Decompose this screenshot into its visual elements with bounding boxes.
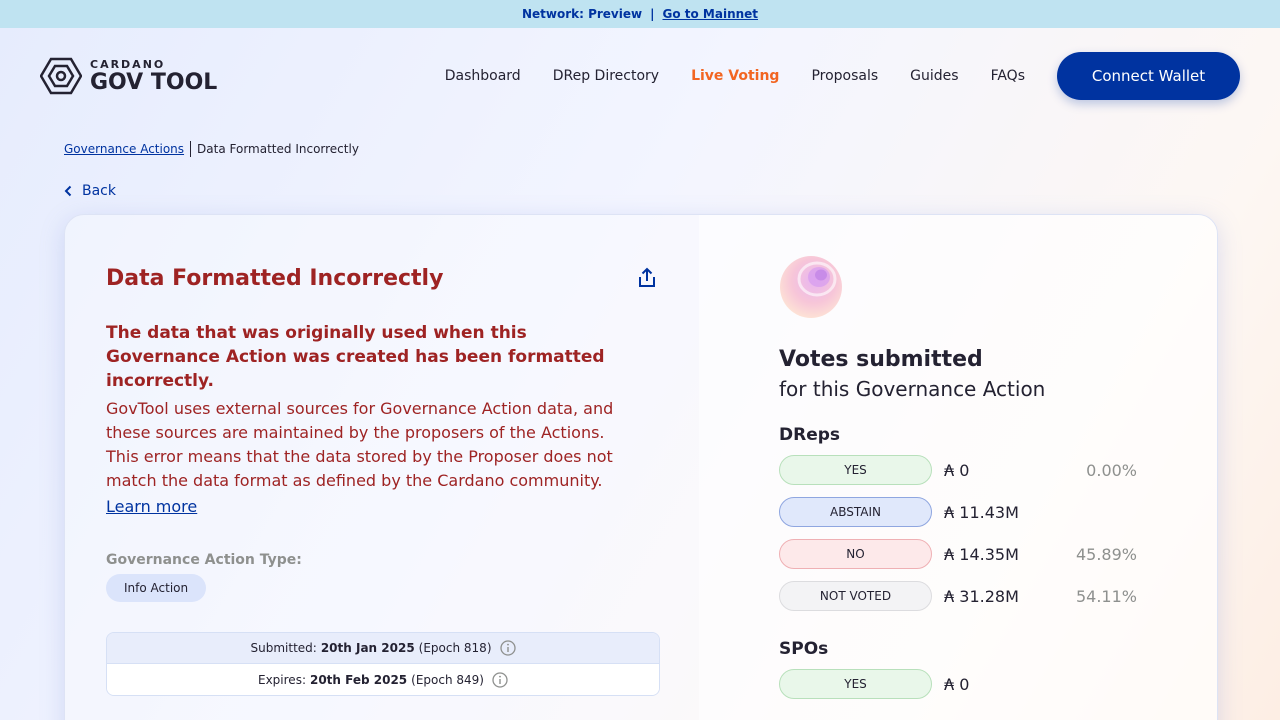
votes-subtitle: for this Governance Action — [779, 377, 1046, 401]
expires-date: 20th Feb 2025 — [309, 672, 408, 687]
action-type-label: Governance Action Type: — [106, 552, 302, 568]
submitted-row: Submitted: 20th Jan 2025 (Epoch 818) — [107, 633, 659, 664]
error-heading: The data that was originally used when t… — [106, 323, 605, 391]
logo-small-text: CARDANO — [90, 57, 166, 71]
nav-drep-directory[interactable]: DRep Directory — [553, 68, 659, 84]
vote-amount: ₳ 0 — [944, 674, 970, 694]
network-banner: Network: Preview | Go to Mainnet — [0, 0, 1280, 28]
vote-pill-yes: YES — [779, 455, 932, 485]
chevron-left-icon — [64, 185, 72, 197]
breadcrumb: Governance Actions Data Formatted Incorr… — [64, 141, 359, 157]
action-details: Data Formatted Incorrectly The data that… — [65, 215, 699, 720]
banner-separator: | — [650, 7, 655, 21]
vote-amount: ₳ 0 — [944, 460, 970, 480]
vote-percent: 54.11% — [1075, 586, 1137, 606]
submitted-label: Submitted: — [250, 641, 317, 655]
main-nav: Dashboard DRep Directory Live Voting Pro… — [413, 52, 1240, 100]
breadcrumb-current: Data Formatted Incorrectly — [197, 142, 359, 156]
vote-row-not-voted: NOT VOTED ₳ 31.28M 54.11% — [779, 581, 1137, 611]
nav-dashboard[interactable]: Dashboard — [445, 68, 521, 84]
vote-row-abstain: ABSTAIN ₳ 11.43M — [779, 497, 1137, 527]
breadcrumb-governance-actions[interactable]: Governance Actions — [64, 142, 184, 156]
nav-live-voting[interactable]: Live Voting — [691, 68, 779, 84]
info-icon[interactable] — [492, 671, 508, 688]
expires-label: Expires: — [258, 672, 306, 687]
vote-pill-abstain: ABSTAIN — [779, 497, 932, 527]
connect-wallet-button[interactable]: Connect Wallet — [1057, 52, 1240, 100]
vote-pill-no: NO — [779, 539, 932, 569]
expires-epoch: (Epoch 849) — [411, 672, 484, 687]
vote-percent: 45.89% — [1075, 544, 1137, 564]
go-to-mainnet-link[interactable]: Go to Mainnet — [662, 7, 758, 21]
spos-heading: SPOs — [779, 639, 829, 659]
back-button[interactable]: Back — [64, 183, 116, 199]
vote-row-yes: YES ₳ 0 — [779, 669, 1137, 699]
dates-box: Submitted: 20th Jan 2025 (Epoch 818) Exp… — [106, 632, 660, 696]
learn-more-link[interactable]: Learn more — [106, 497, 197, 516]
vote-pill-not-voted: NOT VOTED — [779, 581, 932, 611]
votes-illustration-icon — [780, 256, 842, 318]
logo-big-text: GOV TOOL — [90, 69, 218, 95]
vote-row-yes: YES ₳ 0 0.00% — [779, 455, 1137, 485]
votes-panel: Votes submitted for this Governance Acti… — [699, 215, 1217, 720]
dreps-votes: YES ₳ 0 0.00% ABSTAIN ₳ 11.43M NO ₳ 14.3… — [779, 455, 1137, 611]
info-icon[interactable] — [499, 640, 516, 656]
nav-faqs[interactable]: FAQs — [991, 68, 1025, 84]
share-icon[interactable] — [635, 266, 659, 290]
network-label: Network: Preview — [521, 7, 643, 21]
breadcrumb-divider — [190, 141, 192, 157]
vote-pill-yes: YES — [779, 669, 932, 699]
submitted-epoch: (Epoch 818) — [418, 641, 492, 655]
governance-action-card: Data Formatted Incorrectly The data that… — [64, 214, 1218, 720]
vote-amount: ₳ 14.35M — [944, 544, 1019, 564]
govtool-logo-icon — [40, 57, 82, 95]
submitted-date: 20th Jan 2025 — [320, 641, 415, 655]
nav-proposals[interactable]: Proposals — [811, 68, 878, 84]
votes-title: Votes submitted — [779, 347, 983, 372]
back-label: Back — [82, 183, 116, 199]
expires-row: Expires: 20th Feb 2025 (Epoch 849) — [107, 664, 659, 695]
nav-guides[interactable]: Guides — [910, 68, 958, 84]
vote-percent: 0.00% — [1086, 460, 1137, 480]
dreps-heading: DReps — [779, 425, 841, 445]
action-type-chip: Info Action — [106, 574, 207, 602]
logo[interactable]: CARDANO GOV TOOL — [40, 57, 217, 95]
vote-amount: ₳ 31.28M — [944, 586, 1019, 606]
spos-votes: YES ₳ 0 — [779, 669, 1137, 699]
vote-amount: ₳ 11.43M — [944, 502, 1019, 522]
header: CARDANO GOV TOOL Dashboard DRep Director… — [40, 52, 1240, 100]
action-title: Data Formatted Incorrectly — [106, 265, 444, 291]
vote-row-no: NO ₳ 14.35M 45.89% — [779, 539, 1137, 569]
error-body: GovTool uses external sources for Govern… — [106, 399, 614, 490]
